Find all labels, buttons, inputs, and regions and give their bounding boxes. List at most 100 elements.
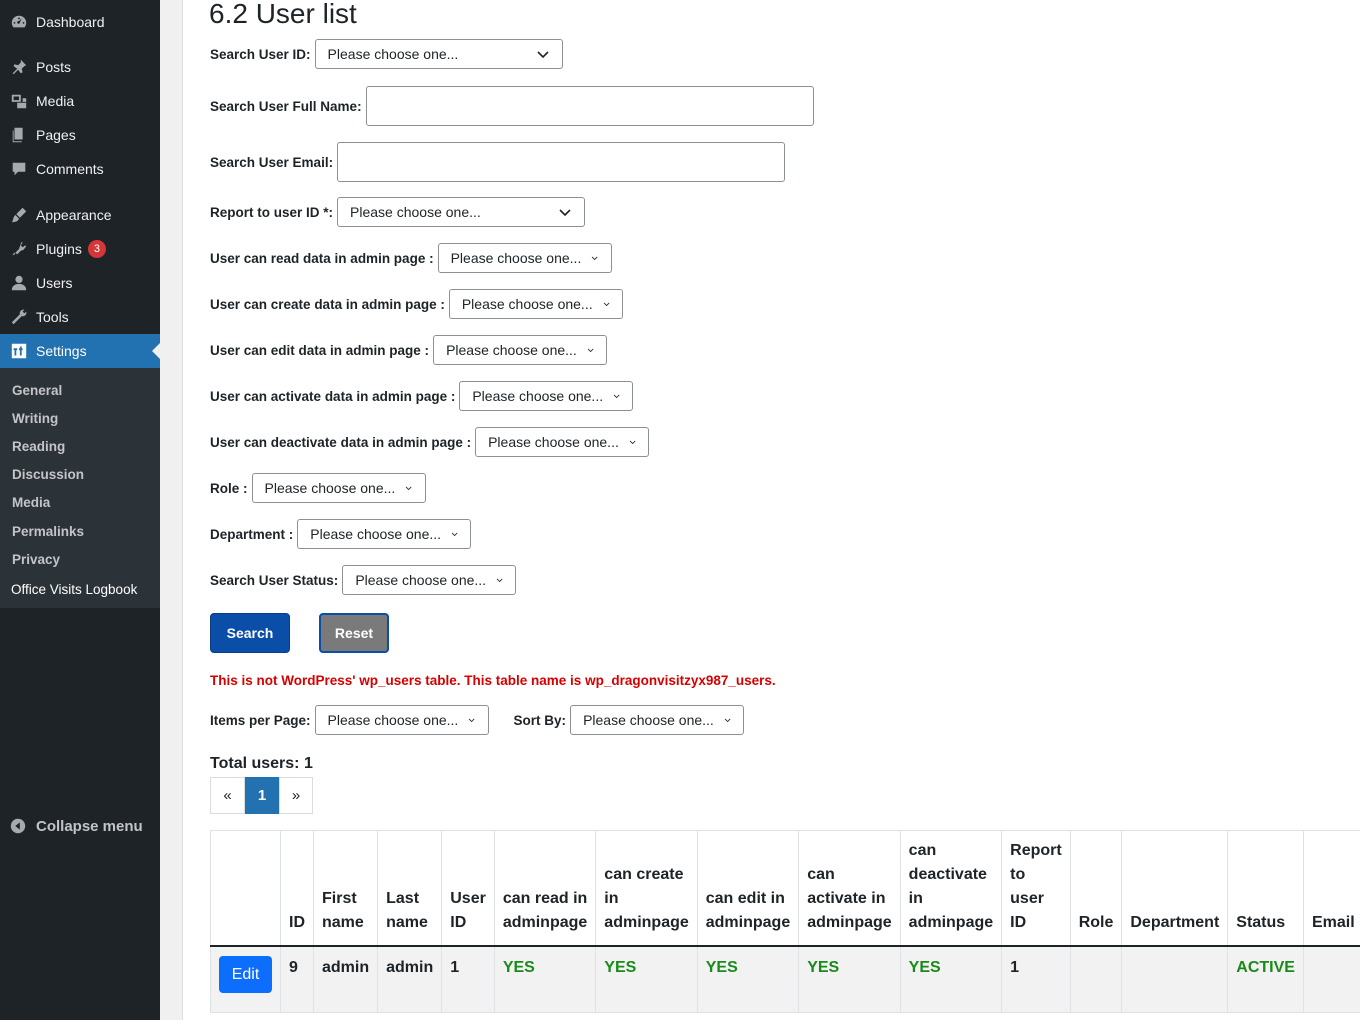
sidebar-item-label: Pages (36, 127, 76, 143)
select-value: Please choose one... (327, 712, 459, 728)
table-name-warning: This is not WordPress' wp_users table. T… (210, 673, 776, 688)
status-row: Search User Status: Please choose one... (210, 565, 517, 595)
submenu-item-media[interactable]: Media (12, 495, 50, 510)
cell-last-name: admin (377, 945, 443, 1013)
table-row: Edit 9 admin admin 1 YES YES YES YES YES… (210, 945, 1360, 1013)
report-to-label: Report to user ID *: (210, 204, 334, 220)
submenu-item-discussion[interactable]: Discussion (12, 467, 84, 482)
pages-icon (0, 126, 36, 144)
cell-can-deactivate: YES (899, 945, 1003, 1013)
cell-id: 9 (280, 945, 314, 1013)
sort-by-select[interactable]: Please choose one... (570, 705, 745, 735)
wrench-icon (0, 308, 36, 326)
select-value: Please choose one... (327, 46, 459, 62)
sidebar-item-appearance[interactable]: Appearance (0, 198, 160, 232)
sidebar-item-media[interactable]: Media (0, 84, 160, 118)
can-activate-row: User can activate data in admin page : P… (210, 381, 634, 411)
select-value: Please choose one... (583, 712, 714, 728)
search-button[interactable]: Search (210, 613, 290, 653)
collapse-menu-button[interactable]: Collapse menu (0, 804, 160, 848)
settings-submenu: General Writing Reading Discussion Media… (0, 368, 160, 608)
can-create-row: User can create data in admin page : Ple… (210, 289, 623, 319)
reset-button[interactable]: Reset (319, 613, 389, 653)
status-select[interactable]: Please choose one... (342, 565, 517, 595)
user-table: ID First name Last name User ID can read… (210, 830, 1360, 1013)
column-header-first-name[interactable]: First name (312, 830, 379, 947)
column-header-user-id[interactable]: User ID (441, 830, 495, 947)
sidebar-item-posts[interactable]: Posts (0, 50, 160, 84)
submenu-item-privacy[interactable]: Privacy (12, 552, 60, 567)
department-select[interactable]: Please choose one... (297, 519, 472, 549)
sidebar-item-plugins[interactable]: Plugins 3 (0, 232, 160, 266)
can-deactivate-label: User can deactivate data in admin page : (210, 434, 472, 450)
select-value: Please choose one... (310, 526, 442, 542)
column-header-report-to[interactable]: Report to user ID (1001, 830, 1071, 947)
search-user-id-row: Search User ID: Please choose one... (210, 39, 563, 69)
sidebar-item-tools[interactable]: Tools (0, 300, 160, 334)
sidebar-item-label: Tools (36, 309, 69, 325)
column-header-can-create[interactable]: can create in adminpage (595, 830, 698, 947)
role-label: Role : (210, 480, 248, 496)
can-edit-select[interactable]: Please choose one... (433, 335, 608, 365)
column-header-last-name[interactable]: Last name (377, 830, 443, 947)
cell-actions: Edit (210, 945, 281, 1013)
column-header-can-activate[interactable]: can activate in adminpage (798, 830, 901, 947)
chevron-down-icon (592, 256, 598, 261)
items-per-page-select[interactable]: Please choose one... (314, 705, 489, 735)
cell-first-name: admin (312, 945, 379, 1013)
select-value: Please choose one... (446, 342, 577, 358)
admin-sidebar: Dashboard Posts Media Pages Comments App… (0, 0, 160, 1020)
select-value: Please choose one... (488, 434, 619, 450)
cell-can-activate: YES (798, 945, 901, 1013)
column-header-department[interactable]: Department (1121, 830, 1229, 947)
column-header-email[interactable]: Email (1302, 830, 1360, 947)
cell-can-edit: YES (696, 945, 800, 1013)
column-header-can-edit[interactable]: can edit in adminpage (696, 830, 800, 947)
chevron-down-icon (629, 440, 636, 445)
cell-status: ACTIVE (1227, 945, 1304, 1013)
full-name-row: Search User Full Name: (210, 86, 814, 126)
can-create-select[interactable]: Please choose one... (448, 289, 623, 319)
search-user-id-label: Search User ID: (210, 46, 311, 62)
edit-button[interactable]: Edit (219, 956, 272, 993)
can-deactivate-select[interactable]: Please choose one... (475, 427, 650, 457)
sidebar-item-users[interactable]: Users (0, 266, 160, 300)
sidebar-item-settings[interactable]: Settings (0, 334, 160, 368)
role-select[interactable]: Please choose one... (251, 473, 426, 503)
chevron-down-icon (496, 578, 503, 583)
submenu-item-permalinks[interactable]: Permalinks (12, 524, 84, 539)
email-input[interactable] (337, 142, 786, 182)
chevron-down-icon (613, 394, 620, 399)
chevron-down-icon (469, 718, 475, 723)
column-header-can-read[interactable]: can read in adminpage (493, 830, 597, 947)
pager-next-button[interactable]: » (279, 777, 313, 814)
report-to-select[interactable]: Please choose one... (337, 197, 586, 227)
sidebar-item-pages[interactable]: Pages (0, 118, 160, 152)
column-header-id[interactable]: ID (280, 830, 314, 947)
column-header-can-deactivate[interactable]: can deactivate in adminpage (899, 830, 1003, 947)
submenu-item-writing[interactable]: Writing (12, 411, 58, 426)
role-row: Role : Please choose one... (210, 473, 426, 503)
select-value: Please choose one... (472, 388, 604, 404)
submenu-item-general[interactable]: General (12, 383, 62, 398)
sidebar-item-comments[interactable]: Comments (0, 152, 160, 186)
column-header-status[interactable]: Status (1227, 830, 1304, 947)
status-label: Search User Status: (210, 572, 339, 588)
can-read-select[interactable]: Please choose one... (437, 243, 612, 273)
submenu-item-office-visits-logbook[interactable]: Office Visits Logbook (11, 582, 137, 597)
can-activate-select[interactable]: Please choose one... (459, 381, 634, 411)
full-name-input[interactable] (365, 86, 814, 126)
cell-department (1121, 945, 1229, 1013)
sidebar-item-dashboard[interactable]: Dashboard (0, 5, 160, 39)
page-title: 6.2 User list (209, 0, 357, 29)
can-deactivate-row: User can deactivate data in admin page :… (210, 427, 650, 457)
sidebar-item-label: Comments (36, 161, 104, 177)
submenu-item-reading[interactable]: Reading (12, 439, 65, 454)
cell-can-read: YES (493, 945, 597, 1013)
pager-page-1[interactable]: 1 (245, 777, 279, 814)
dashboard-icon (0, 13, 36, 31)
search-user-id-select[interactable]: Please choose one... (314, 39, 563, 69)
column-header-role[interactable]: Role (1069, 830, 1123, 947)
pager-prev-button[interactable]: « (210, 777, 245, 814)
select-value: Please choose one... (350, 204, 481, 220)
